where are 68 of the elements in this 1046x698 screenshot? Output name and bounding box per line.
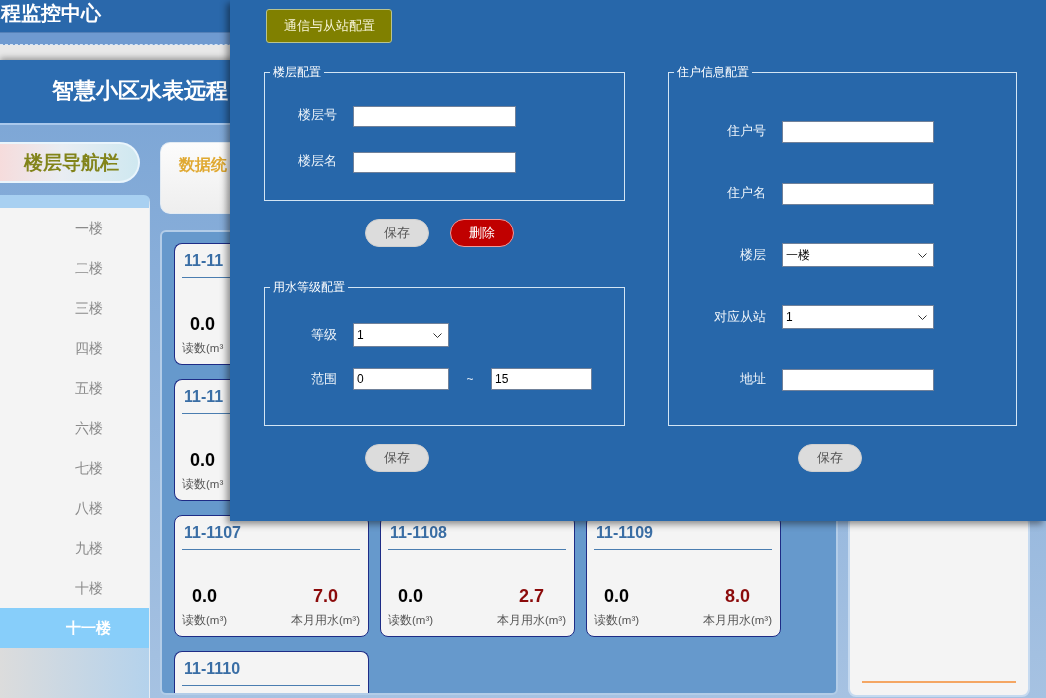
- group-title: 楼层配置: [272, 65, 322, 79]
- text-field[interactable]: 15: [491, 368, 592, 390]
- floor-item[interactable]: 九楼: [0, 528, 149, 568]
- floor-item[interactable]: 三楼: [0, 288, 149, 328]
- text-field[interactable]: [782, 121, 934, 143]
- dropdown[interactable]: 一楼: [782, 243, 934, 267]
- usage-label: 本月用水(m³): [496, 613, 566, 628]
- field-label: 地址: [739, 370, 766, 388]
- meter-reading: 0.0: [190, 313, 216, 335]
- room-number: 11-1110: [183, 659, 242, 679]
- chevron-down-icon: [918, 314, 927, 320]
- meter-reading: 0.0: [190, 449, 216, 471]
- floor-item[interactable]: 六楼: [0, 408, 149, 448]
- floor-item[interactable]: 二楼: [0, 248, 149, 288]
- room-number: 11-1108: [389, 523, 448, 543]
- group-title: 用水等级配置: [272, 280, 346, 294]
- floor-item[interactable]: 五楼: [0, 368, 149, 408]
- reading-label: 读数(m³): [182, 613, 228, 628]
- save-button[interactable]: 保存: [365, 219, 429, 247]
- save-button[interactable]: 保存: [798, 444, 862, 472]
- field-label: 范围: [310, 370, 337, 388]
- text-field[interactable]: [782, 183, 934, 205]
- dropdown[interactable]: 1: [353, 323, 449, 347]
- meter-reading: 0.0: [398, 585, 424, 607]
- field-label: 对应从站: [713, 308, 766, 326]
- nav-heading: 楼层导航栏: [0, 142, 140, 183]
- monthly-usage: 7.0: [312, 585, 338, 607]
- field-label: 等级: [310, 326, 337, 344]
- meter-reading: 0.0: [604, 585, 630, 607]
- text-field[interactable]: [353, 105, 516, 127]
- room-number: 11-11: [183, 251, 225, 271]
- floor-item[interactable]: 十一楼: [0, 608, 149, 648]
- app-title: 智慧小区水表远程: [52, 79, 228, 103]
- dropdown[interactable]: 1: [782, 305, 934, 329]
- reading-label: 读数(m³): [594, 613, 640, 628]
- floor-item[interactable]: 一楼: [0, 208, 149, 248]
- field-label: 住户名: [726, 184, 766, 202]
- floor-item[interactable]: 七楼: [0, 448, 149, 488]
- usage-label: 本月用水(m³): [702, 613, 772, 628]
- range-separator: ~: [465, 371, 475, 388]
- field-label: 楼层名: [297, 152, 337, 170]
- chevron-down-icon: [433, 332, 442, 338]
- field-label: 楼层: [739, 246, 766, 264]
- monthly-usage: 2.7: [518, 585, 544, 607]
- room-number: 11-1109: [595, 523, 654, 543]
- room-number: 11-11: [183, 387, 225, 407]
- text-field[interactable]: 0: [353, 368, 449, 390]
- reading-label: 读数(m³: [182, 341, 224, 356]
- stats-heading: 数据统: [160, 142, 230, 214]
- text-field[interactable]: [353, 151, 516, 173]
- usage-label: 本月用水(m³): [290, 613, 360, 628]
- window-title: 程监控中心: [0, 1, 101, 26]
- monthly-usage: 8.0: [724, 585, 750, 607]
- config-button[interactable]: 通信与从站配置: [266, 9, 392, 43]
- reading-label: 读数(m³: [182, 477, 224, 492]
- chevron-down-icon: [918, 252, 927, 258]
- save-button[interactable]: 保存: [365, 444, 429, 472]
- floor-item[interactable]: 十楼: [0, 568, 149, 608]
- meter-reading: 0.0: [192, 585, 218, 607]
- room-number: 11-1107: [183, 523, 242, 543]
- group-title: 住户信息配置: [676, 65, 750, 79]
- field-label: 住户号: [726, 122, 766, 140]
- delete-button[interactable]: 删除: [450, 219, 514, 247]
- field-label: 楼层号: [297, 106, 337, 124]
- reading-label: 读数(m³): [388, 613, 434, 628]
- floor-item[interactable]: 八楼: [0, 488, 149, 528]
- text-field[interactable]: [782, 369, 934, 391]
- floor-item[interactable]: 四楼: [0, 328, 149, 368]
